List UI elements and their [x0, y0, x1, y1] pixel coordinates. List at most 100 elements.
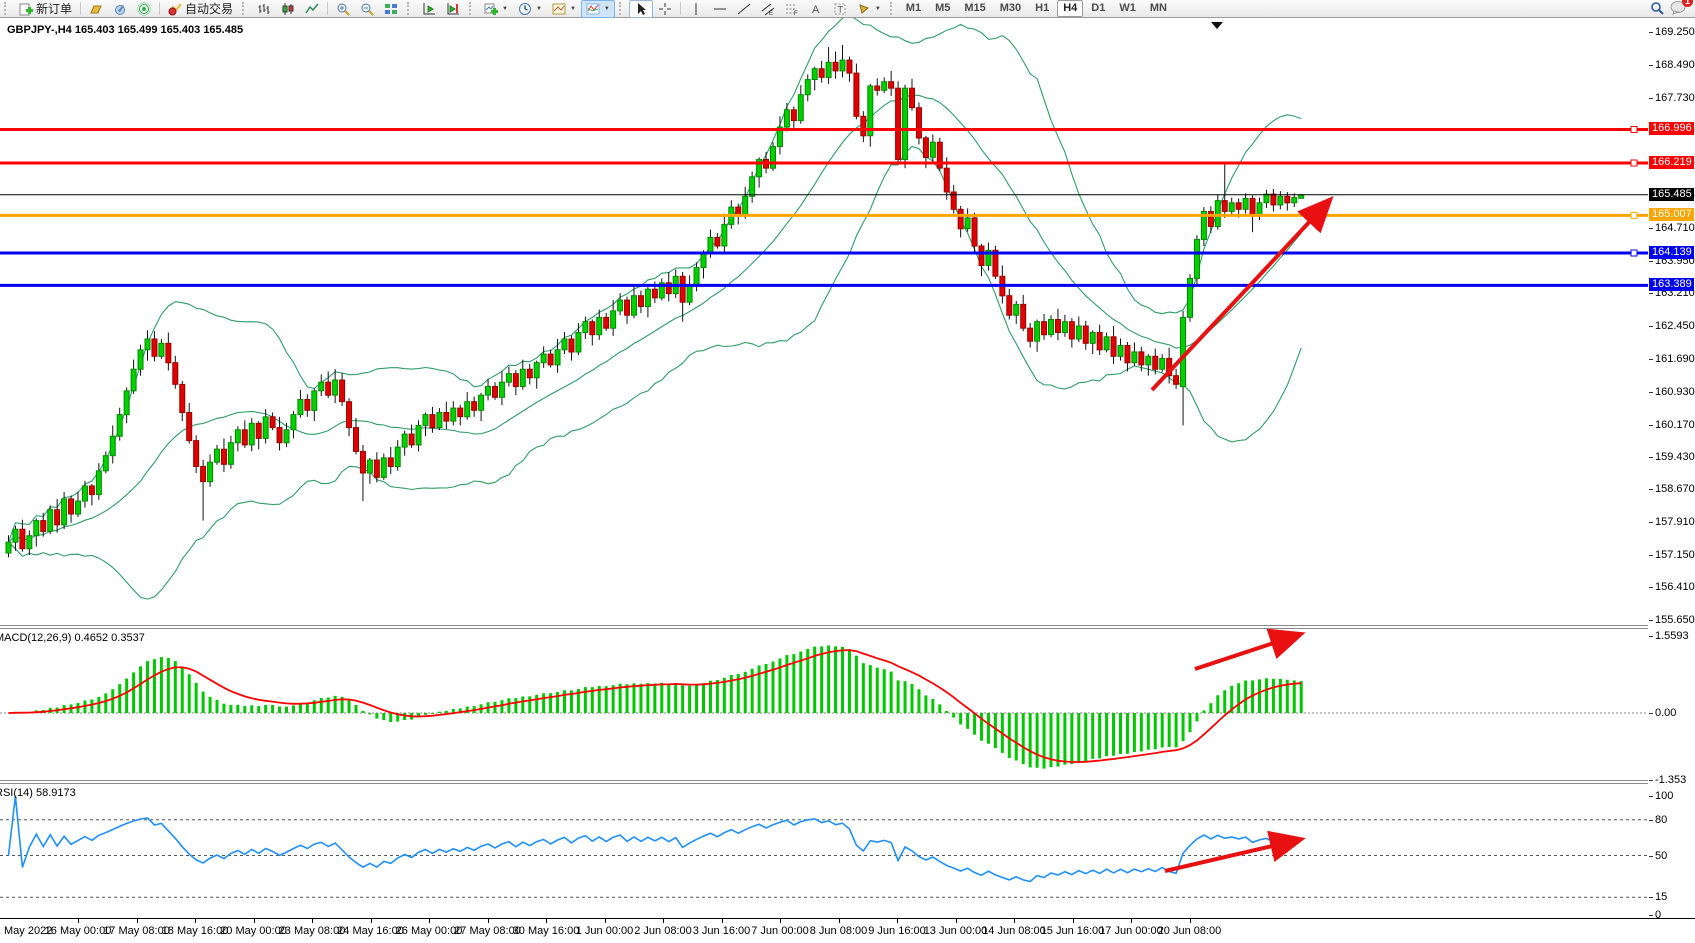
candle-body	[145, 339, 150, 350]
candle-body	[458, 408, 463, 417]
pane-separator[interactable]	[0, 780, 1695, 781]
crosshair-icon	[658, 2, 672, 16]
signals-button[interactable]	[132, 0, 156, 18]
level-handle[interactable]	[1631, 127, 1637, 133]
candle-body	[208, 462, 213, 482]
candle-body	[1042, 322, 1047, 335]
candle-body	[854, 73, 859, 116]
timeframe-M1[interactable]: M1	[900, 0, 927, 17]
templates-button[interactable]: ▼	[547, 0, 581, 18]
text-label-tool-button[interactable]: T	[828, 0, 852, 18]
auto-scroll-button[interactable]	[417, 0, 441, 18]
level-handle[interactable]	[1631, 212, 1637, 218]
candle-body	[1229, 203, 1234, 212]
text-tool-button[interactable]: A	[804, 0, 828, 18]
candle-body	[979, 246, 984, 266]
cursor-tool-button[interactable]	[629, 0, 653, 18]
candle-body	[1090, 333, 1095, 344]
current-price-label[interactable]: 165.485	[1649, 188, 1694, 201]
chart-shift-marker[interactable]	[1211, 22, 1223, 29]
timeframe-MN[interactable]: MN	[1144, 0, 1173, 17]
time-axis-label: 3 Jun 16:00	[693, 925, 751, 937]
level-handle[interactable]	[1631, 160, 1637, 166]
crosshair-tool-button[interactable]	[653, 0, 677, 18]
candle-body	[347, 402, 352, 428]
level-price-label[interactable]: 165.007	[1649, 208, 1694, 221]
macd-canvas[interactable]	[0, 627, 1648, 782]
time-axis-label: 9 Jun 16:00	[868, 925, 926, 937]
toolbar-grip[interactable]	[890, 2, 897, 15]
timeframe-D1[interactable]: D1	[1085, 0, 1111, 17]
timeframe-H1[interactable]: H1	[1029, 0, 1055, 17]
trend-arrow[interactable]	[1152, 202, 1328, 390]
toolbar-grip[interactable]	[619, 2, 626, 15]
timeframe-H4[interactable]: H4	[1057, 0, 1083, 17]
line-chart-button[interactable]	[300, 0, 324, 18]
autotrading-button[interactable]: 自动交易	[163, 0, 238, 18]
candle-body	[1118, 346, 1123, 357]
candle-body	[1139, 352, 1144, 365]
indicators-button[interactable]: ▼	[581, 0, 615, 18]
timeframe-M15[interactable]: M15	[958, 0, 991, 17]
toolbar-grip[interactable]	[469, 2, 476, 15]
new-chart-button[interactable]: ▼	[479, 0, 513, 18]
level-price-label[interactable]: 166.219	[1649, 156, 1694, 169]
toolbar-grip[interactable]	[4, 2, 11, 15]
price-scale[interactable]: 169.250168.490167.730166.970166.210165.4…	[1648, 18, 1695, 918]
tile-windows-button[interactable]	[379, 0, 403, 18]
new-order-button[interactable]: 新订单	[14, 0, 77, 18]
periods-button[interactable]: ▼	[513, 0, 547, 18]
notifications-button[interactable]: 1	[1670, 0, 1687, 18]
time-axis-label: 16 May 00:00	[45, 925, 112, 937]
candlestick-chart-button[interactable]	[276, 0, 300, 18]
svg-text:F: F	[794, 11, 798, 16]
candle-body	[604, 317, 609, 328]
trend-arrow[interactable]	[1195, 635, 1298, 669]
timeframe-W1[interactable]: W1	[1113, 0, 1142, 17]
time-axis-tick	[429, 919, 430, 923]
rsi-canvas[interactable]	[0, 782, 1648, 918]
time-axis-tick	[722, 919, 723, 923]
zoom-in-button[interactable]	[331, 0, 355, 18]
candle-body	[590, 322, 595, 335]
pane-separator[interactable]	[0, 625, 1695, 626]
level-price-label[interactable]: 163.389	[1649, 278, 1694, 291]
candle-body	[152, 339, 157, 356]
timeframe-M30[interactable]: M30	[994, 0, 1027, 17]
metaeditor-button[interactable]	[108, 0, 132, 18]
horizontal-line-tool-button[interactable]	[708, 0, 732, 18]
candle-body	[284, 430, 289, 443]
scale-tick	[1649, 392, 1653, 393]
zoom-out-button[interactable]	[355, 0, 379, 18]
toolbar-grip[interactable]	[407, 2, 414, 15]
search-icon[interactable]	[1650, 2, 1664, 16]
candle-body	[840, 60, 845, 71]
metaeditor-icon	[113, 2, 127, 16]
time-axis-tick	[312, 919, 313, 923]
candle-body	[944, 168, 949, 192]
chart-profile-button[interactable]	[84, 0, 108, 18]
fibonacci-tool-button[interactable]: F	[780, 0, 804, 18]
candle-body	[708, 237, 713, 252]
candle-body	[680, 276, 685, 302]
vertical-line-tool-button[interactable]	[684, 0, 708, 18]
time-axis[interactable]: May 202216 May 00:0017 May 08:0018 May 1…	[0, 918, 1695, 943]
candle-body	[1174, 376, 1179, 385]
level-handle[interactable]	[1631, 250, 1637, 256]
main-chart-canvas[interactable]	[0, 18, 1648, 627]
chart-shift-button[interactable]	[441, 0, 465, 18]
candle-body	[298, 400, 303, 415]
level-price-label[interactable]: 166.996	[1649, 122, 1694, 135]
svg-text:E: E	[769, 11, 773, 16]
trendline-tool-button[interactable]	[732, 0, 756, 18]
toolbar-grip[interactable]	[242, 2, 249, 15]
equidistant-channel-tool-button[interactable]: E	[756, 0, 780, 18]
rsi-label: RSI(14) 58.9173	[0, 787, 76, 799]
bar-chart-button[interactable]	[252, 0, 276, 18]
timeframe-M5[interactable]: M5	[929, 0, 956, 17]
candle-body	[916, 108, 921, 138]
shapes-tool-button[interactable]: ▼	[852, 0, 886, 18]
level-price-label[interactable]: 164.139	[1649, 246, 1694, 259]
candle-body	[374, 460, 379, 477]
scale-tick-label: 169.250	[1655, 26, 1695, 38]
